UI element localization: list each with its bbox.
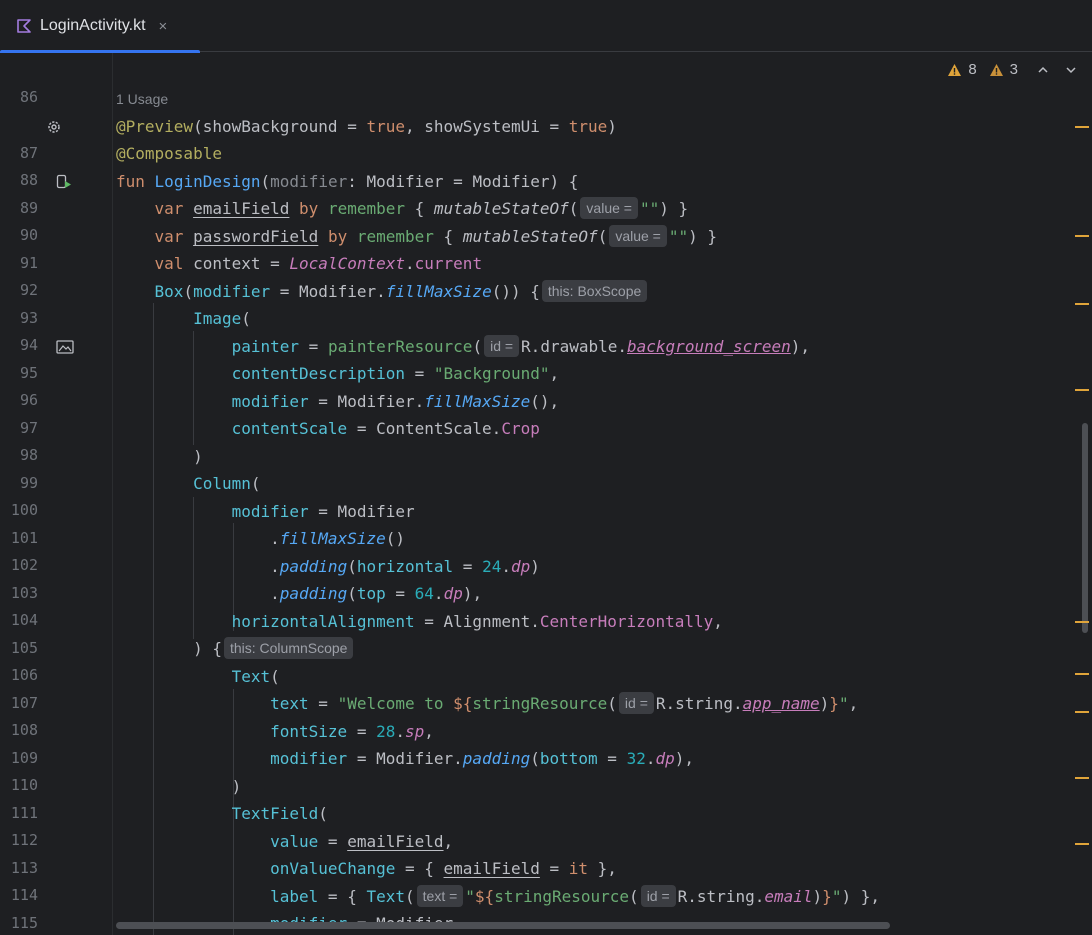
- code-line: 111 ): [10, 777, 242, 822]
- code-line: 94 Image(: [19, 309, 251, 354]
- code-line: 95 painter = painterResource(id = R.drawa…: [19, 335, 811, 382]
- horizontal-scrollbar[interactable]: [116, 922, 890, 929]
- warning-marker[interactable]: [1075, 126, 1089, 128]
- code-editor[interactable]: 8 3 86 1 Usage 87 @Preview(showBackgroun…: [0, 53, 1092, 935]
- code-line: 99 ): [19, 447, 203, 492]
- usage-hint[interactable]: 1 Usage: [116, 86, 168, 113]
- code-line: 113 value = emailField,: [10, 832, 454, 877]
- code-line: 92 val context = LocalContext.current: [19, 254, 483, 299]
- warning-marker[interactable]: [1075, 389, 1089, 391]
- parameter-hint: value =: [580, 197, 638, 219]
- run-preview-icon[interactable]: [56, 174, 72, 190]
- parameter-hint: value =: [609, 225, 667, 247]
- code-line: 109 fontSize = 28.sp,: [10, 722, 434, 767]
- code-line: 108 text = "Welcome to ${stringResource(…: [10, 692, 859, 739]
- code-line: 96 contentDescription = "Background",: [19, 364, 560, 409]
- vertical-scrollbar[interactable]: [1082, 423, 1088, 633]
- code-line: 106 ) {this: ColumnScope: [0, 635, 1092, 684]
- parameter-hint: text =: [416, 885, 464, 907]
- tab-label: LoginActivity.kt: [40, 17, 146, 34]
- scope-hint: this: ColumnScope: [223, 637, 354, 659]
- code-line: 103 .padding(horizontal = 24.dp): [10, 557, 540, 602]
- code-line: 102 .fillMaxSize(): [10, 529, 405, 574]
- editor-tab-bar: LoginActivity.kt ×: [0, 0, 1092, 53]
- code-line: 110 modifier = Modifier.padding(bottom =…: [10, 749, 694, 794]
- code-line: 86: [19, 88, 38, 106]
- code-line: 115 label = { Text(text = "${stringResour…: [10, 885, 880, 932]
- tab-login-activity[interactable]: LoginActivity.kt ×: [0, 0, 200, 53]
- code-line: 112 TextField(: [10, 804, 328, 849]
- warning-marker[interactable]: [1075, 621, 1089, 623]
- warning-marker[interactable]: [1075, 843, 1089, 845]
- warning-marker[interactable]: [1075, 673, 1089, 675]
- code-line: 104 .padding(top = 64.dp),: [10, 584, 483, 629]
- code-line: 98 contentScale = ContentScale.Crop: [19, 419, 540, 464]
- parameter-hint: id =: [484, 335, 520, 357]
- code-line: 88 @Composable: [19, 144, 222, 189]
- code-line: 87 @Preview(showBackground = true, showS…: [19, 117, 617, 162]
- code-line: 93 Box(modifier = Modifier.fillMaxSize()…: [0, 278, 1092, 327]
- code-line: 89 fun LoginDesign(modifier: Modifier = …: [19, 172, 579, 217]
- warning-marker[interactable]: [1075, 235, 1089, 237]
- parameter-hint: id =: [640, 885, 676, 907]
- code-line: 105 horizontalAlignment = Alignment.Cent…: [10, 612, 723, 657]
- kotlin-file-icon: [17, 19, 31, 33]
- warning-marker[interactable]: [1075, 711, 1089, 713]
- code-line: 91 var passwordField by remember { mutab…: [19, 225, 718, 272]
- gear-icon[interactable]: [46, 119, 62, 135]
- code-line: 1 Usage: [0, 86, 1092, 113]
- code-line: 101 modifier = Modifier: [10, 502, 415, 547]
- code-line: 90 var emailField by remember { mutableS…: [19, 197, 689, 244]
- scope-hint: this: BoxScope: [541, 280, 648, 302]
- code-line: 114 onValueChange = { emailField = it },: [10, 859, 617, 904]
- warning-marker[interactable]: [1075, 777, 1089, 779]
- image-icon[interactable]: [56, 339, 74, 355]
- warning-marker[interactable]: [1075, 303, 1089, 305]
- code-line: 100 Column(: [10, 474, 261, 519]
- parameter-hint: id =: [618, 692, 654, 714]
- close-icon[interactable]: ×: [159, 18, 168, 35]
- code-line: 97 modifier = Modifier.fillMaxSize(),: [19, 392, 560, 437]
- code-line: 107 Text(: [10, 667, 280, 712]
